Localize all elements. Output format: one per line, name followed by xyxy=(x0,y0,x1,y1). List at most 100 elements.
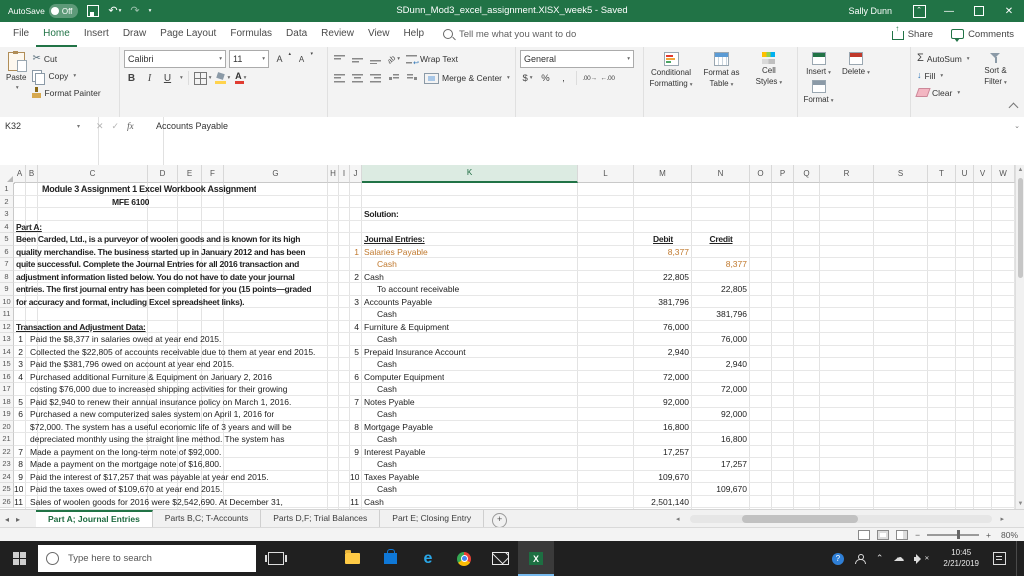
menu-tab-view[interactable]: View xyxy=(361,22,397,47)
cell-N15[interactable]: 2,940 xyxy=(692,358,747,371)
user-name[interactable]: Sally Dunn xyxy=(848,6,892,16)
autosave-toggle[interactable]: AutoSave Off xyxy=(8,4,79,18)
zoom-in-button[interactable]: + xyxy=(986,530,991,540)
cell-M6[interactable]: 8,377 xyxy=(634,246,689,259)
column-header-O[interactable]: O xyxy=(750,165,772,183)
cell-B20[interactable]: $72,000. The system has a useful economi… xyxy=(30,421,292,434)
cell-C1[interactable]: Module 3 Assignment 1 Excel Workbook Ass… xyxy=(42,183,256,196)
row-header-4[interactable]: 4 xyxy=(0,220,14,233)
cell-K26[interactable]: Cash xyxy=(364,496,384,509)
help-icon[interactable]: ? xyxy=(831,552,844,565)
formula-bar-expand-icon[interactable]: ⌄ xyxy=(1014,122,1020,130)
align-bottom-button[interactable] xyxy=(368,51,383,67)
sheet-tab[interactable]: Part A; Journal Entries xyxy=(36,510,153,528)
accounting-format-button[interactable]: $ ▾ xyxy=(520,70,535,86)
sheet-tab[interactable]: Parts D,F; Trial Balances xyxy=(261,510,381,528)
column-header-D[interactable]: D xyxy=(148,165,178,183)
cell-K8[interactable]: Cash xyxy=(364,271,384,284)
cell-N11[interactable]: 381,796 xyxy=(692,308,747,321)
menu-tab-formulas[interactable]: Formulas xyxy=(223,22,279,47)
cell-B23[interactable]: Made a payment on the mortgage note of $… xyxy=(30,458,221,471)
cell-N9[interactable]: 22,805 xyxy=(692,283,747,296)
font-size-select[interactable]: 11 ▾ xyxy=(229,50,269,68)
number-format-select[interactable]: General ▾ xyxy=(520,50,634,68)
cell-A12[interactable]: Transaction and Adjustment Data: xyxy=(16,321,146,334)
row-header-7[interactable]: 7 xyxy=(0,258,14,271)
cell-B18[interactable]: Paid $2,940 to renew their annual insura… xyxy=(30,396,291,409)
cell-M14[interactable]: 2,940 xyxy=(634,346,689,359)
sheet-tab[interactable]: Parts B,C; T-Accounts xyxy=(152,510,262,528)
row-header-17[interactable]: 17 xyxy=(0,383,14,396)
cell-A18[interactable]: 5 xyxy=(14,396,23,409)
edge-button[interactable]: e xyxy=(410,541,446,576)
horizontal-scrollbar[interactable] xyxy=(690,515,992,523)
cell-K13[interactable]: Cash xyxy=(377,333,397,346)
conditional-formatting-button[interactable]: Conditional Formatting ▾ xyxy=(648,50,694,90)
comments-button[interactable]: Comments xyxy=(951,29,1014,42)
row-header-19[interactable]: 19 xyxy=(0,408,14,421)
vertical-scrollbar[interactable]: ▲ ▼ xyxy=(1015,165,1024,509)
show-desktop-button[interactable] xyxy=(1016,541,1020,576)
mail-button[interactable] xyxy=(482,541,518,576)
autosave-pill[interactable]: Off xyxy=(48,4,79,18)
percent-style-button[interactable]: % xyxy=(538,70,553,86)
cell-N5[interactable]: Credit xyxy=(692,233,750,246)
cell-K12[interactable]: Furniture & Equipment xyxy=(364,321,449,334)
scroll-up-icon[interactable]: ▲ xyxy=(1016,165,1024,175)
cell-A24[interactable]: 9 xyxy=(14,471,23,484)
cell-K3[interactable]: Solution: xyxy=(364,208,399,221)
cell-K21[interactable]: Cash xyxy=(377,433,397,446)
row-header-15[interactable]: 15 xyxy=(0,358,14,371)
cell-K10[interactable]: Accounts Payable xyxy=(364,296,432,309)
italic-button[interactable]: I xyxy=(142,70,157,86)
column-header-B[interactable]: B xyxy=(26,165,38,183)
column-header-R[interactable]: R xyxy=(820,165,874,183)
tray-expand-icon[interactable]: ⌃ xyxy=(876,554,884,563)
align-center-button[interactable] xyxy=(350,70,365,86)
cell-M8[interactable]: 22,805 xyxy=(634,271,689,284)
file-explorer-button[interactable] xyxy=(334,541,370,576)
cell-K7[interactable]: Cash xyxy=(377,258,397,271)
cell-B13[interactable]: Paid the $8,377 in salaries owed at year… xyxy=(30,333,221,346)
page-break-view-button[interactable] xyxy=(896,529,909,540)
clear-button[interactable]: Clear ▾ xyxy=(915,84,972,101)
column-header-V[interactable]: V xyxy=(974,165,992,183)
insert-function-button[interactable]: fx xyxy=(127,121,134,169)
cell-K16[interactable]: Computer Equipment xyxy=(364,371,444,384)
row-header-23[interactable]: 23 xyxy=(0,458,14,471)
cell-A4[interactable]: Part A: xyxy=(16,221,42,234)
column-header-Q[interactable]: Q xyxy=(794,165,820,183)
cell-K25[interactable]: Cash xyxy=(377,483,397,496)
format-painter-button[interactable]: Format Painter xyxy=(30,84,102,101)
cell-K9[interactable]: To account receivable xyxy=(377,283,459,296)
cell-A14[interactable]: 2 xyxy=(14,346,23,359)
cell-J24[interactable]: 10 xyxy=(350,471,359,484)
merge-center-button[interactable]: Merge & Center ▾ xyxy=(422,70,512,87)
borders-button[interactable]: ▾ xyxy=(193,70,212,86)
row-header-21[interactable]: 21 xyxy=(0,433,14,446)
row-header-20[interactable]: 20 xyxy=(0,420,14,433)
copy-button[interactable]: Copy ▾ xyxy=(30,67,102,85)
decrease-decimal-button[interactable]: ←.00 xyxy=(600,70,615,86)
cell-M10[interactable]: 381,796 xyxy=(634,296,689,309)
cell-A19[interactable]: 6 xyxy=(14,408,23,421)
cancel-icon[interactable]: ✕ xyxy=(96,121,104,169)
cell-A26[interactable]: 11 xyxy=(14,496,23,509)
column-header-C[interactable]: C xyxy=(38,165,148,183)
cell-B15[interactable]: Paid the $381,796 owed on account at yea… xyxy=(30,358,234,371)
cell-B26[interactable]: Sales of woolen goods for 2016 were $2,5… xyxy=(30,496,283,509)
cell-C2[interactable]: MFE 6100 xyxy=(112,196,149,209)
page-layout-view-button[interactable] xyxy=(877,529,890,540)
zoom-slider[interactable] xyxy=(927,530,980,539)
task-view-button[interactable] xyxy=(258,541,294,576)
cell-K5[interactable]: Journal Entries: xyxy=(364,233,425,246)
cell-A7[interactable]: quite successful. Complete the Journal E… xyxy=(16,258,299,271)
menu-tab-home[interactable]: Home xyxy=(36,22,77,47)
menu-tab-page-layout[interactable]: Page Layout xyxy=(153,22,223,47)
cell-K15[interactable]: Cash xyxy=(377,358,397,371)
cell-N7[interactable]: 8,377 xyxy=(692,258,747,271)
find-select-button[interactable]: Find & Select▾ xyxy=(1020,50,1024,101)
row-header-18[interactable]: 18 xyxy=(0,395,14,408)
column-header-G[interactable]: G xyxy=(224,165,328,183)
browser-button[interactable] xyxy=(446,541,482,576)
